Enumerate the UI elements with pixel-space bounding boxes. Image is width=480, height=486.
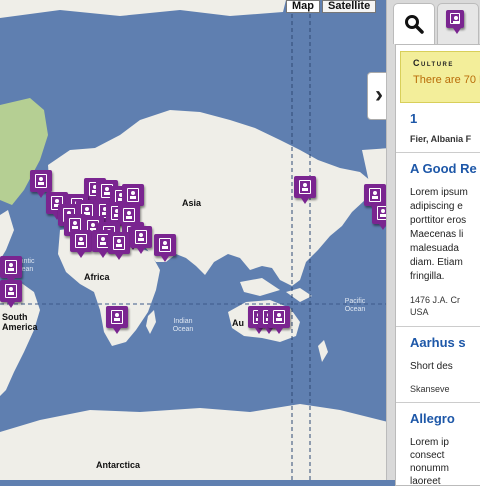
culture-marker-icon [446, 10, 464, 34]
culture-marker[interactable] [108, 232, 130, 260]
result-title[interactable]: Allegro [410, 411, 478, 426]
marker-glyph-icon [135, 230, 147, 244]
marker-glyph-icon [159, 238, 171, 252]
map-type-satellite-button[interactable]: Satellite [322, 0, 377, 13]
description-line: Maecenas li [410, 229, 464, 240]
marker-glyph-icon [35, 174, 47, 188]
marker-glyph-icon [273, 310, 285, 324]
tab-culture[interactable] [437, 3, 479, 45]
marker-glyph-icon [5, 284, 17, 298]
culture-marker[interactable] [70, 230, 92, 258]
marker-glyph-icon [127, 188, 139, 202]
result-description: Short des [410, 361, 453, 372]
culture-marker[interactable] [268, 306, 290, 334]
marker-glyph-icon [75, 234, 87, 248]
result-description: Lorem ip consect nonumm laoreet [410, 436, 478, 486]
map-type-controls: Map Satellite [286, 0, 377, 13]
result-description: Lorem ipsum adipiscing e porttitor eros … [410, 186, 478, 284]
search-icon [405, 15, 424, 34]
description-line: adipiscing e [410, 201, 463, 212]
map-label-africa: Africa [84, 272, 110, 282]
result-location: Skanseve [410, 384, 450, 394]
culture-marker[interactable] [0, 280, 22, 308]
description-line: malesuada [410, 243, 459, 254]
result-item[interactable]: A Good Re Lorem ipsum adipiscing e portt… [396, 153, 480, 327]
result-item[interactable]: Allegro Lorem ip consect nonumm laoreet [396, 403, 480, 486]
culture-marker[interactable] [294, 176, 316, 204]
map-label-asia: Asia [182, 198, 202, 208]
map-label-indian-ocean: Indian Ocean [172, 318, 194, 333]
results-panel: Culture There are 70 H 1 Fier, Albania F… [395, 44, 480, 486]
map-label-south-america: South America [2, 312, 38, 332]
culture-marker[interactable] [106, 306, 128, 334]
result-location: Fier, Albania F [410, 134, 472, 144]
result-title[interactable]: Aarhus s [410, 335, 478, 350]
results-summary: There are 70 H [413, 74, 480, 86]
marker-glyph-icon [369, 188, 381, 202]
culture-marker[interactable] [30, 170, 52, 198]
side-panel: Culture There are 70 H 1 Fier, Albania F… [386, 0, 480, 486]
description-line: nonumm [410, 463, 449, 474]
map-label-pacific-ocean: Pacific Ocean [344, 298, 366, 313]
map-type-map-button[interactable]: Map [286, 0, 320, 13]
marker-glyph-icon [111, 310, 123, 324]
description-line: Lorem ipsum [410, 187, 468, 198]
address-line: USA [410, 307, 429, 317]
marker-glyph-icon [5, 260, 17, 274]
result-item[interactable]: Aarhus s Short des Skanseve [396, 327, 480, 403]
marker-glyph-icon [113, 236, 125, 250]
result-item[interactable]: 1 Fier, Albania F [396, 103, 480, 153]
description-line: fringilla. [410, 271, 445, 282]
description-line: porttitor eros [410, 215, 467, 226]
map-label-antarctica: Antarctica [96, 460, 141, 470]
marker-glyph-icon [299, 180, 311, 194]
category-banner: Culture There are 70 H [400, 51, 480, 103]
description-line: laoreet [410, 476, 441, 486]
culture-marker[interactable] [0, 256, 22, 284]
address-line: 1476 J.A. Cr [410, 295, 461, 305]
marker-glyph-icon [123, 208, 135, 222]
culture-marker[interactable] [130, 226, 152, 254]
result-address: 1476 J.A. Cr USA [410, 294, 478, 318]
description-line: diam. Etiam [410, 257, 463, 268]
culture-marker[interactable] [154, 234, 176, 262]
description-line: Lorem ip [410, 437, 449, 448]
map-label-australia: Au [232, 318, 244, 328]
category-title: Culture [413, 58, 454, 68]
description-line: consect [410, 450, 445, 461]
result-title[interactable]: 1 [410, 111, 478, 126]
tab-search[interactable] [393, 3, 435, 44]
result-title[interactable]: A Good Re [410, 161, 478, 176]
